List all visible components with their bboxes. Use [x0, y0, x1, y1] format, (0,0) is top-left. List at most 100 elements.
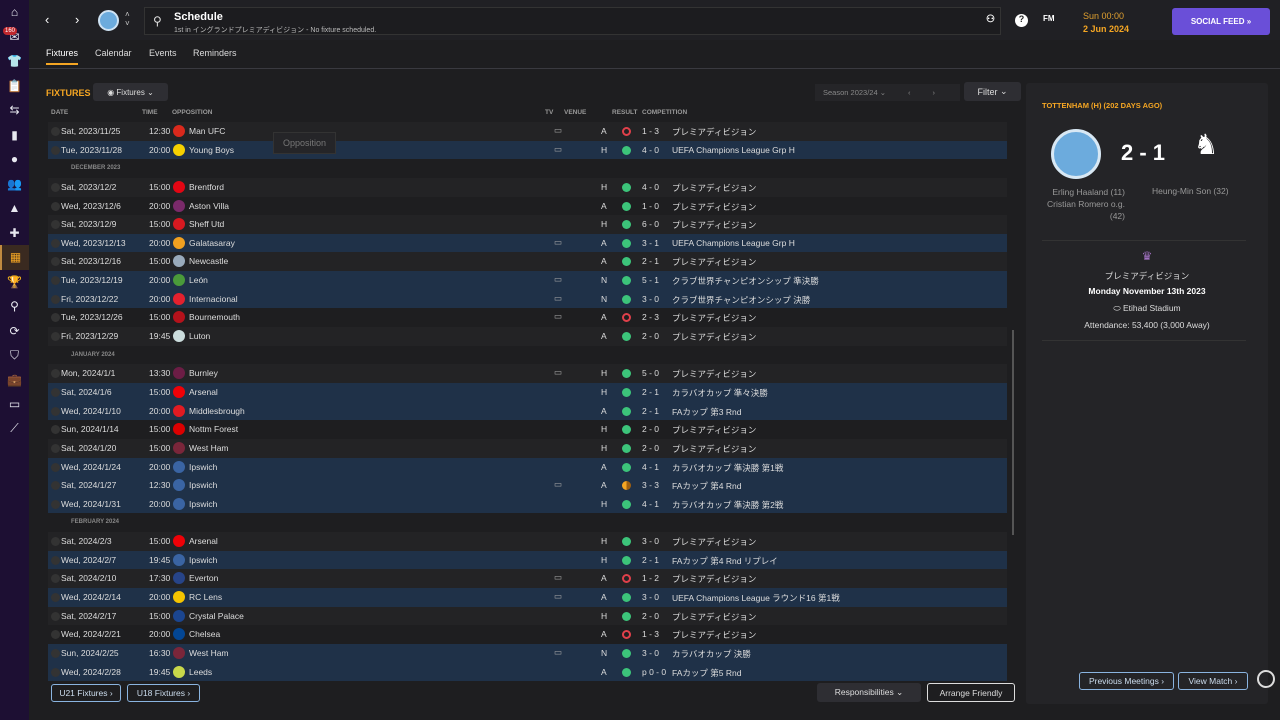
opposition-link[interactable]: Bournemouth — [189, 312, 240, 322]
fixture-row[interactable]: Sat, 2023/12/9 15:00 Sheff Utd H 6 - 0 プレミアディ… — [48, 215, 1007, 234]
fixture-row[interactable]: Wed, 2024/2/7 19:45 Ipswich H 2 - 1 FAカップ 第4 … — [48, 550, 1007, 570]
fixture-row[interactable]: Wed, 2023/12/6 20:00 Aston Villa A 1 - 0 プレミア… — [48, 196, 1007, 216]
row-checkbox[interactable] — [51, 332, 60, 342]
result-score[interactable]: 1 - 3 — [642, 126, 659, 136]
row-checkbox[interactable] — [51, 648, 60, 658]
result-score[interactable]: 6 - 0 — [642, 219, 659, 229]
row-checkbox[interactable] — [51, 276, 60, 286]
sidebar-item-staff[interactable]: ⇆ — [0, 98, 29, 123]
opposition-link[interactable]: Nottm Forest — [189, 424, 238, 434]
result-score[interactable]: 2 - 0 — [642, 424, 659, 434]
fixture-row[interactable]: Wed, 2024/1/10 20:00 Middlesbrough A 2 - 1 FA… — [48, 401, 1007, 421]
row-checkbox[interactable] — [51, 574, 60, 584]
row-checkbox[interactable] — [51, 145, 60, 155]
fixture-row[interactable]: Sun, 2024/1/14 15:00 Nottm Forest H 2 - 0 プレミ… — [48, 420, 1007, 439]
fixture-row[interactable]: Wed, 2024/1/31 20:00 Ipswich H 4 - 1 カラバオカップ … — [48, 494, 1007, 514]
fixture-row[interactable]: Sat, 2023/12/16 15:00 Newcastle A 2 - 1 プレミアデ… — [48, 252, 1007, 272]
opposition-link[interactable]: Young Boys — [189, 145, 234, 155]
tab-reminders[interactable]: Reminders — [193, 48, 237, 58]
club-switch-arrows[interactable]: ˄ ˅ — [125, 10, 130, 28]
fixtures-view-dropdown[interactable]: ◉ Fixtures ⌄ — [93, 83, 168, 101]
row-checkbox[interactable] — [51, 201, 60, 211]
opposition-link[interactable]: Ipswich — [189, 462, 217, 472]
row-checkbox[interactable] — [51, 220, 60, 230]
row-checkbox[interactable] — [51, 313, 60, 323]
row-checkbox[interactable] — [51, 387, 60, 397]
result-score[interactable]: 1 - 3 — [642, 629, 659, 639]
refresh-icon[interactable] — [1257, 670, 1275, 688]
col-competition[interactable]: COMPETITION — [642, 109, 687, 116]
row-checkbox[interactable] — [51, 593, 60, 603]
col-result[interactable]: RESULT — [612, 109, 638, 116]
result-score[interactable]: 2 - 0 — [642, 611, 659, 621]
sidebar-item-trophy[interactable]: 🏆 — [0, 270, 29, 295]
opposition-link[interactable]: Crystal Palace — [189, 611, 244, 621]
sidebar-item-money[interactable]: ▭ — [0, 392, 29, 417]
club-crest[interactable] — [98, 10, 119, 31]
opposition-link[interactable]: Arsenal — [189, 387, 218, 397]
fm-menu-button[interactable]: FM — [1043, 14, 1055, 23]
sidebar-item-transfers[interactable]: ⟳ — [0, 319, 29, 344]
fixture-row[interactable]: Mon, 2024/1/1 13:30 Burnley ▭ H 5 - 0 プレミアディビジ… — [48, 364, 1007, 383]
sidebar-item-home[interactable]: ⌂ — [0, 0, 29, 25]
col-venue[interactable]: VENUE — [564, 109, 586, 116]
sidebar-item-people[interactable]: 👥 — [0, 172, 29, 197]
result-score[interactable]: 3 - 1 — [642, 238, 659, 248]
fixture-row[interactable]: Wed, 2024/2/14 20:00 RC Lens ▭ A 3 - 0 UEFA Ch… — [48, 588, 1007, 607]
sidebar-item-inbox[interactable]: ✉ 160 — [0, 25, 29, 50]
result-score[interactable]: 4 - 1 — [642, 499, 659, 509]
current-date[interactable]: 2 Jun 2024 — [1083, 24, 1129, 34]
scrollbar[interactable] — [1012, 330, 1014, 535]
row-checkbox[interactable] — [51, 257, 60, 267]
result-score[interactable]: p 0 - 0 — [642, 667, 666, 677]
back-button[interactable]: ‹ — [45, 12, 49, 27]
row-checkbox[interactable] — [51, 294, 60, 304]
sidebar-item-squad[interactable]: 👕 — [0, 49, 29, 74]
row-checkbox[interactable] — [51, 555, 60, 565]
fixture-row[interactable]: Sun, 2024/2/25 16:30 West Ham ▭ N 3 - 0 カラバオカッ… — [48, 643, 1007, 663]
opposition-link[interactable]: West Ham — [189, 648, 229, 658]
fixture-row[interactable]: Sat, 2024/1/27 12:30 Ipswich ▭ A 3 - 3 FAカップ 第… — [48, 476, 1007, 495]
social-feed-button[interactable]: SOCIAL FEED » — [1172, 8, 1270, 35]
result-score[interactable]: 5 - 0 — [642, 368, 659, 378]
opposition-link[interactable]: Newcastle — [189, 256, 228, 266]
fixture-row[interactable]: Tue, 2023/11/28 20:00 Young Boys ▭ H 4 - 0 UEF… — [48, 140, 1007, 160]
fixture-row[interactable]: Wed, 2023/12/13 20:00 Galatasaray ▭ A 3 - 1 UE… — [48, 233, 1007, 253]
opposition-link[interactable]: Leeds — [189, 667, 212, 677]
result-score[interactable]: 3 - 3 — [642, 480, 659, 490]
result-score[interactable]: 2 - 0 — [642, 443, 659, 453]
row-checkbox[interactable] — [51, 537, 60, 547]
fixture-row[interactable]: Fri, 2023/12/29 19:45 Luton A 2 - 0 プレミアディビジョ… — [48, 327, 1007, 346]
row-checkbox[interactable] — [51, 369, 60, 379]
result-score[interactable]: 4 - 0 — [642, 145, 659, 155]
fixture-row[interactable]: Sat, 2023/12/2 15:00 Brentford H 4 - 0 プレミアディ… — [48, 177, 1007, 197]
row-checkbox[interactable] — [51, 630, 60, 640]
row-checkbox[interactable] — [51, 611, 60, 621]
opposition-link[interactable]: Man UFC — [189, 126, 225, 136]
result-score[interactable]: 3 - 0 — [642, 294, 659, 304]
sidebar-item-calendar[interactable]: ▦ — [0, 245, 29, 270]
opposition-link[interactable]: León — [189, 275, 208, 285]
opposition-link[interactable]: Arsenal — [189, 536, 218, 546]
prev-season-button[interactable]: ‹ — [908, 88, 911, 97]
arrange-friendly-button[interactable]: Arrange Friendly — [927, 683, 1015, 702]
forward-button[interactable]: › — [75, 12, 79, 27]
fixture-row[interactable]: Sat, 2024/2/10 17:30 Everton ▭ A 1 - 2 プレミアディビ… — [48, 569, 1007, 589]
opposition-link[interactable]: Ipswich — [189, 555, 217, 565]
tab-events[interactable]: Events — [149, 48, 177, 58]
sidebar-item-report[interactable]: ▮ — [0, 123, 29, 148]
opposition-link[interactable]: Brentford — [189, 182, 224, 192]
responsibilities-button[interactable]: Responsibilities ⌄ — [817, 683, 921, 702]
col-tv[interactable]: TV — [545, 109, 553, 116]
opposition-link[interactable]: Middlesbrough — [189, 406, 245, 416]
fixture-row[interactable]: Sat, 2024/2/3 15:00 Arsenal H 3 - 0 プレミアディビジョ… — [48, 532, 1007, 551]
opposition-link[interactable]: West Ham — [189, 443, 229, 453]
result-score[interactable]: 2 - 3 — [642, 312, 659, 322]
fixture-row[interactable]: Fri, 2023/12/22 20:00 Internacional ▭ N 3 - 0… — [48, 289, 1007, 309]
result-score[interactable]: 1 - 2 — [642, 573, 659, 583]
row-checkbox[interactable] — [51, 127, 60, 136]
row-checkbox[interactable] — [51, 481, 60, 491]
u21-fixtures-button[interactable]: U21 Fixtures › — [51, 684, 121, 702]
opposition-link[interactable]: Sheff Utd — [189, 219, 224, 229]
result-score[interactable]: 2 - 0 — [642, 331, 659, 341]
